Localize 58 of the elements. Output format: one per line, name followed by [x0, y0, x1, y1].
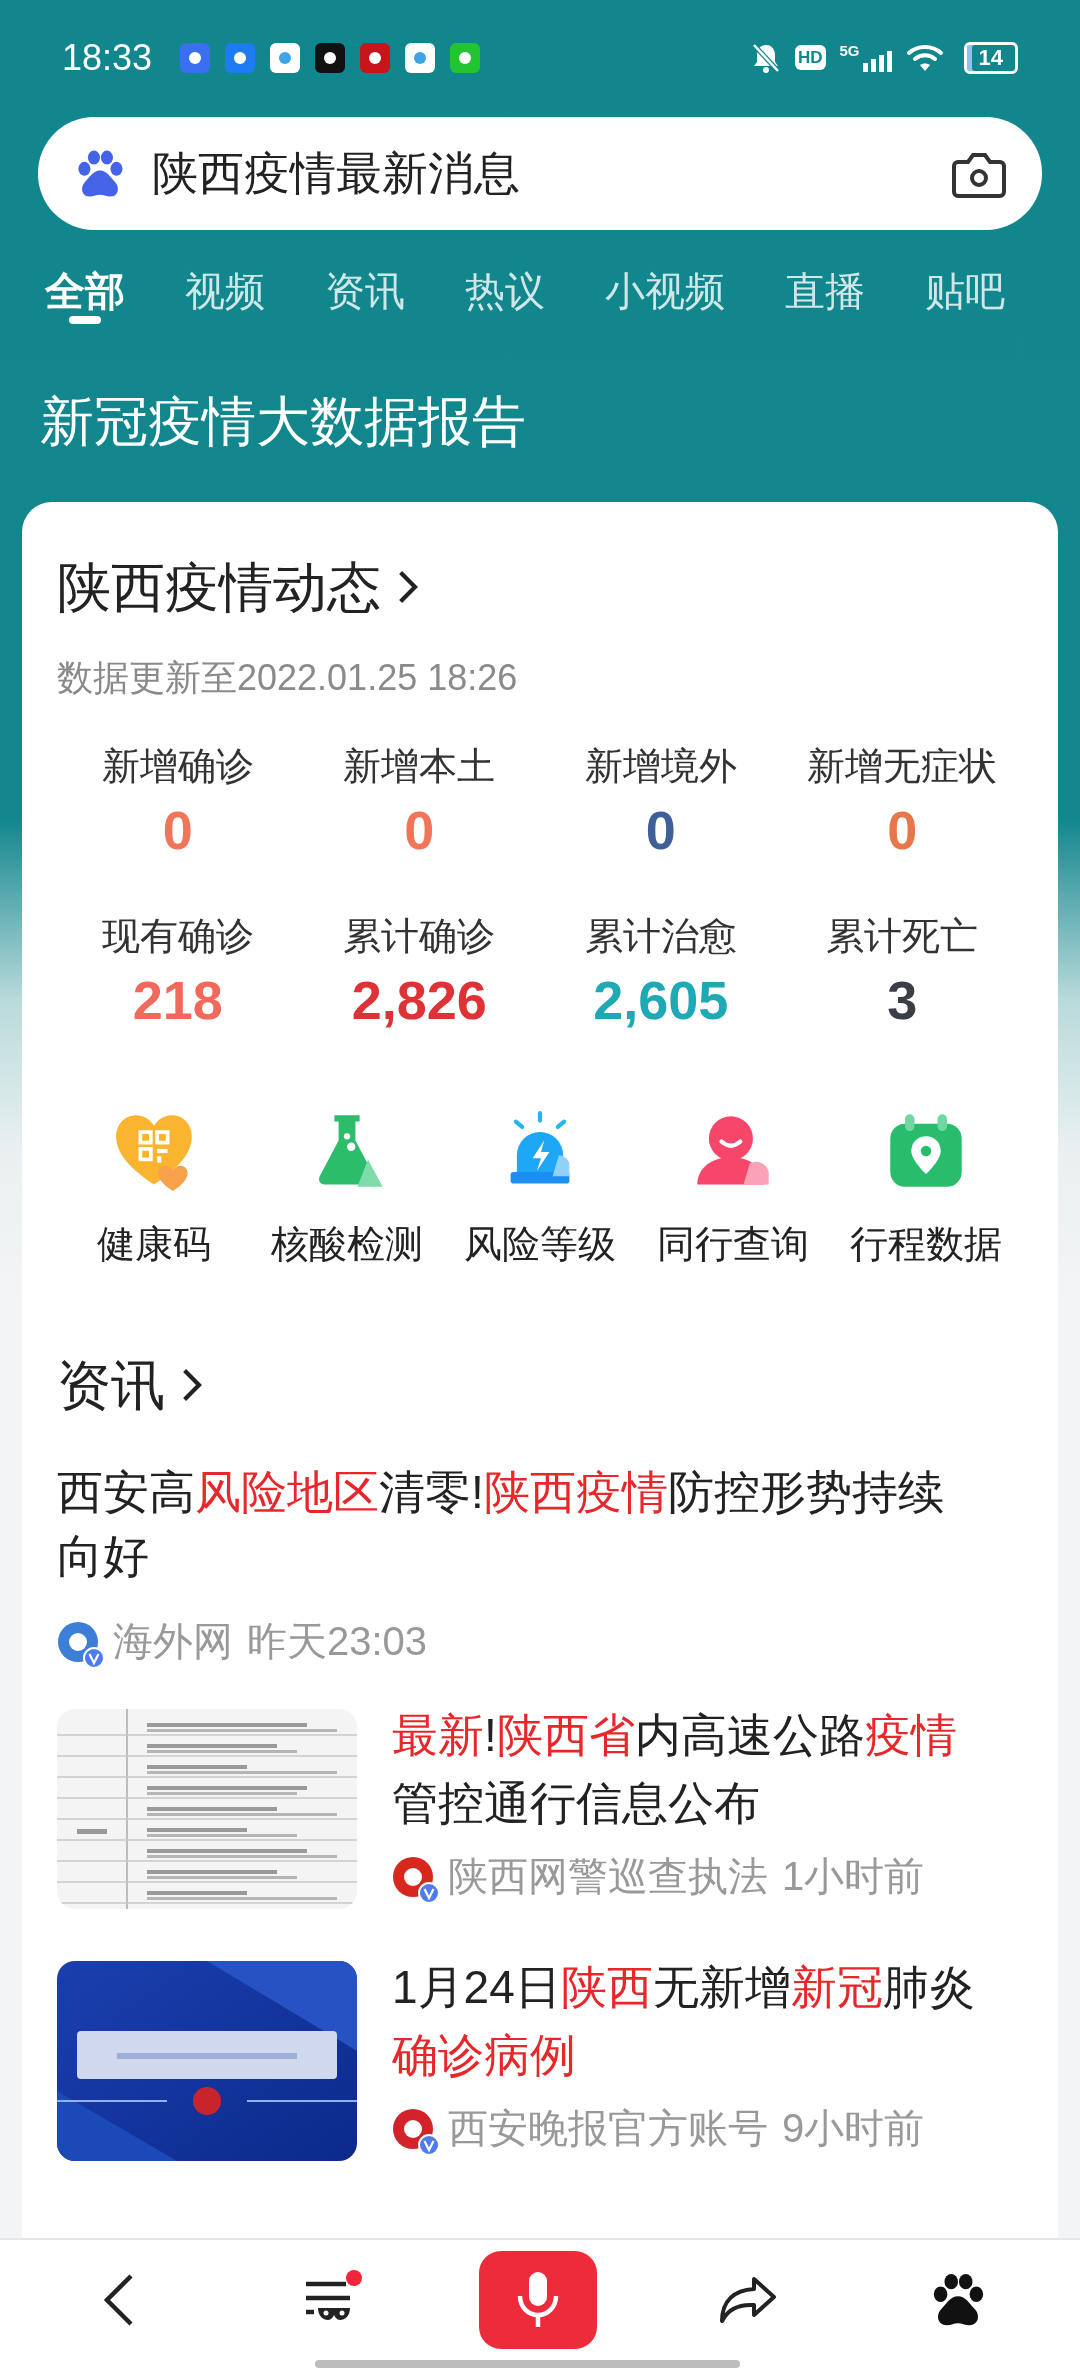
- chevron-right-icon[interactable]: [181, 1367, 203, 1403]
- shortcut-item[interactable]: 同行查询: [636, 1109, 830, 1270]
- stat-value: 218: [132, 969, 223, 1032]
- app-icon: [405, 42, 436, 73]
- verified-icon: [83, 1646, 105, 1669]
- verified-icon: [418, 2133, 440, 2156]
- stat-label: 新增境外: [584, 744, 737, 789]
- stat-value: 0: [404, 799, 435, 862]
- hd-badge: HD: [794, 45, 826, 70]
- verified-icon: [418, 1881, 440, 1904]
- stat-label: 累计死亡: [826, 914, 979, 959]
- back-icon[interactable]: [101, 2272, 135, 2328]
- search-field[interactable]: 陕西疫情最新消息: [38, 117, 1042, 230]
- stat-label: 新增本土: [343, 744, 496, 789]
- stat-value: 3: [887, 969, 918, 1032]
- shortcut-item[interactable]: 行程数据: [829, 1109, 1023, 1270]
- update-time: 数据更新至2022.01.25 18:26: [57, 656, 519, 700]
- headline[interactable]: 1月24日 陕西无新增新冠肺炎 确诊病例: [392, 1953, 983, 2089]
- app-icon: [360, 42, 391, 73]
- mic-icon[interactable]: [515, 2270, 561, 2330]
- share-icon[interactable]: [718, 2275, 778, 2325]
- source-name: 西安晚报官方账号: [448, 2105, 768, 2152]
- headline[interactable]: 西安高风险地区清零!陕西疫情防控形势持续向好: [57, 1460, 983, 1588]
- app-icon: [180, 42, 211, 73]
- wifi-icon: [905, 42, 944, 73]
- publish-time: 1小时前: [782, 1853, 925, 1900]
- headline[interactable]: 最新!陕西省内高速公路疫情 管控通行信息公布: [392, 1701, 983, 1837]
- stat-label: 累计治愈: [584, 914, 737, 959]
- stat-value: 0: [887, 799, 918, 862]
- banner-title: 新冠疫情大数据报告: [40, 394, 526, 448]
- stat-label: 新增无症状: [807, 744, 998, 789]
- bell-off-icon: [750, 41, 781, 74]
- chevron-right-icon[interactable]: [397, 569, 419, 605]
- status-time: 18:33: [62, 36, 153, 79]
- stat-value: 2,605: [593, 969, 729, 1032]
- publish-time: 昨天23:03: [247, 1618, 428, 1665]
- app-icon: [270, 42, 301, 73]
- stat-label: 新增确诊: [101, 744, 254, 789]
- section-title: 陕西疫情动态: [57, 556, 381, 619]
- source-name: 陕西网警巡查执法: [448, 1853, 768, 1900]
- shortcut-item[interactable]: 核酸检测: [250, 1109, 444, 1270]
- app-icon: [450, 42, 481, 73]
- app-icon: [225, 42, 256, 73]
- stat-value: 2,826: [351, 969, 487, 1032]
- source-name: 海外网: [113, 1618, 233, 1665]
- tab[interactable]: 全部: [45, 230, 125, 330]
- shortcut-item[interactable]: 健康码: [57, 1109, 251, 1270]
- stat-value: 0: [162, 799, 193, 862]
- stat-label: 现有确诊: [101, 914, 254, 959]
- section-title: 资讯: [57, 1354, 165, 1417]
- voice-search-button[interactable]: [479, 2251, 597, 2349]
- network-type: 5G: [839, 42, 860, 58]
- shortcut-item[interactable]: 风险等级: [443, 1109, 637, 1270]
- app-icon: [315, 42, 346, 73]
- battery-indicator: 14: [963, 41, 1018, 74]
- stat-value: 0: [645, 799, 676, 862]
- publish-time: 9小时前: [782, 2105, 925, 2152]
- stat-label: 累计确诊: [343, 914, 496, 959]
